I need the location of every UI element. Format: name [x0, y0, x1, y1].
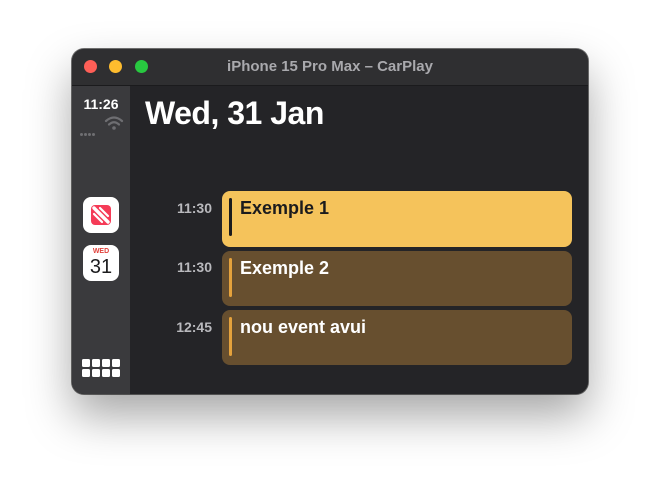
- news-logo-icon: [91, 205, 111, 225]
- event-title: Exemple 1: [240, 198, 330, 218]
- date-heading: Wed, 31 Jan: [145, 95, 324, 131]
- event-color-bar: [229, 317, 232, 356]
- window-title: iPhone 15 Pro Max – CarPlay: [227, 58, 433, 75]
- event-time: 11:30: [176, 200, 212, 216]
- calendar-day-view: Wed, 31 Jan 11:30 Exemple 1 11:30 Exempl…: [130, 86, 588, 394]
- calendar-app-icon[interactable]: WED 31: [83, 245, 119, 281]
- news-app-icon[interactable]: [83, 197, 119, 233]
- event-title: Exemple 2: [240, 258, 330, 278]
- carplay-screen: 11:26 WED 31 Wed, 31 Jan 11:30 Exemple 1…: [72, 86, 588, 394]
- app-grid-icon[interactable]: [82, 359, 122, 379]
- wifi-icon: [104, 116, 124, 130]
- event-title: nou event avui: [240, 317, 367, 337]
- event-time: 11:30: [176, 259, 212, 275]
- carplay-sidebar: 11:26 WED 31: [72, 86, 130, 394]
- event-color-bar: [229, 258, 232, 297]
- calendar-icon-day: 31: [89, 256, 113, 278]
- status-time: 11:26: [83, 96, 119, 112]
- event-card[interactable]: nou event avui: [222, 310, 572, 365]
- event-card[interactable]: Exemple 1: [222, 191, 572, 247]
- window-titlebar[interactable]: iPhone 15 Pro Max – CarPlay: [72, 49, 588, 86]
- cellular-signal-icon: [80, 123, 100, 136]
- event-card[interactable]: Exemple 2: [222, 251, 572, 306]
- event-color-bar: [229, 198, 232, 236]
- calendar-icon-weekday: WED: [92, 248, 110, 255]
- simulator-window: iPhone 15 Pro Max – CarPlay 11:26 WED 31…: [72, 49, 588, 394]
- event-time: 12:45: [176, 319, 212, 335]
